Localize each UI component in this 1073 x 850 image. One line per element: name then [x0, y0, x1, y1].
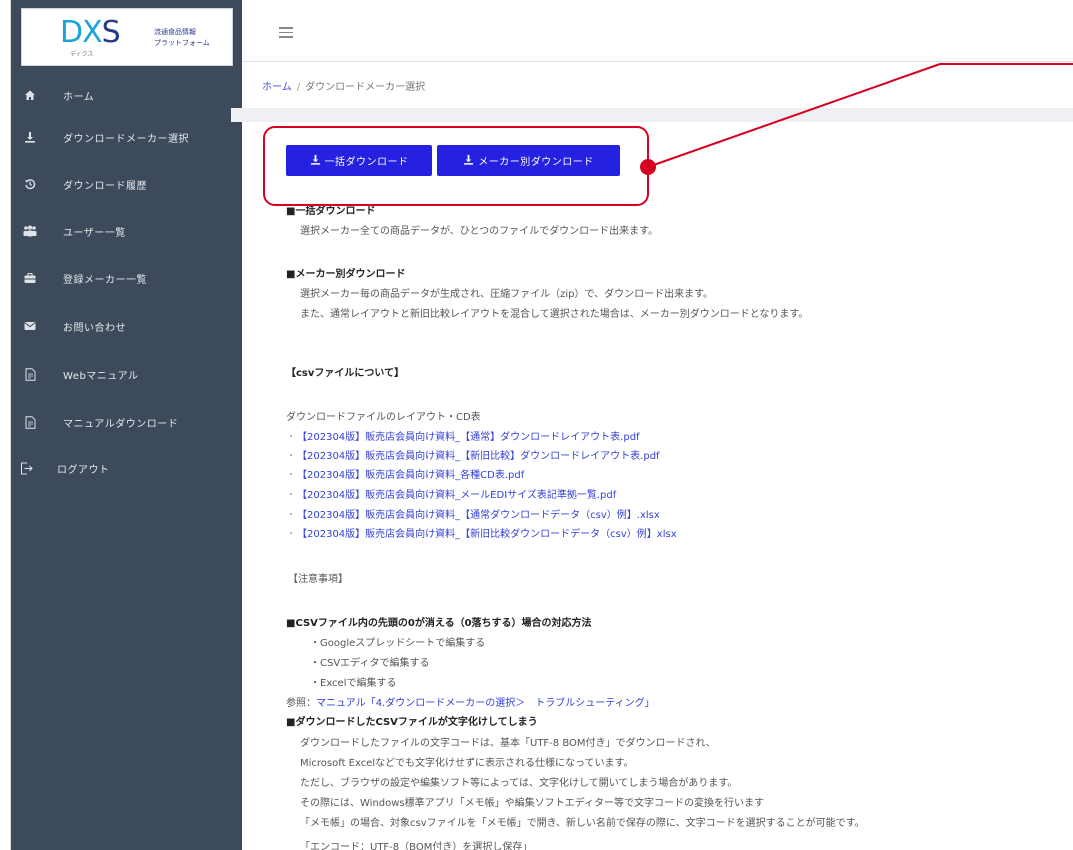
logout-icon — [19, 461, 33, 475]
sidebar-item-download-maker[interactable]: ダウンロードメーカー選択 — [11, 117, 242, 157]
garbled-text-line: Microsoft Excelなどでも文字化けせずに表示される仕様になっています… — [300, 758, 634, 769]
logo-subtitle: ディクス — [70, 51, 94, 58]
sidebar-item-manual-download[interactable]: マニュアルダウンロード — [11, 402, 242, 442]
bulk-download-description: 選択メーカー全ての商品データが、ひとつのファイルでダウンロード出来ます。 — [300, 226, 659, 237]
history-icon — [23, 177, 37, 191]
sidebar-item-label: マニュアルダウンロード — [63, 418, 179, 430]
maker-download-note: また、通常レイアウトと新旧比較レイアウトを混合して選択された場合は、メーカー別ダ… — [300, 309, 809, 320]
file-link[interactable]: ・【202304版】販売店会員向け資料_【新旧比較】ダウンロードレイアウト表.p… — [286, 447, 660, 462]
file-link[interactable]: ・【202304版】販売店会員向け資料_【新旧比較ダウンロードデータ（csv）例… — [286, 525, 677, 540]
garbled-text-line: その際には、Windows標準アプリ「メモ帳」や編集ソフトエディター等で文字コー… — [300, 798, 764, 809]
document-icon — [23, 415, 37, 429]
file-link[interactable]: ・【202304版】販売店会員向け資料_各種CD表.pdf — [286, 466, 524, 481]
logo[interactable]: DXS ディクス 流通食品情報 プラットフォーム — [21, 8, 233, 66]
logo-mark: DXS — [60, 15, 121, 50]
zero-drop-item: ・Googleスプレッドシートで編集する — [310, 638, 486, 649]
file-link[interactable]: ・【202304版】販売店会員向け資料_メールEDIサイズ表記準拠一覧.pdf — [286, 486, 616, 501]
sidebar-item-contact[interactable]: お問い合わせ — [11, 306, 242, 346]
sidebar-item-download-history[interactable]: ダウンロード履歴 — [11, 164, 242, 204]
mail-icon — [23, 319, 37, 333]
manual-reference: 参照：マニュアル「4.ダウンロードメーカーの選択＞ トラブルシューティング」 — [286, 698, 655, 709]
maker-download-heading: ■メーカー別ダウンロード — [286, 269, 406, 280]
breadcrumb-home-link[interactable]: ホーム — [262, 82, 292, 93]
sidebar-item-label: Webマニュアル — [63, 370, 139, 382]
manual-reference-link[interactable]: マニュアル「4.ダウンロードメーカーの選択＞ トラブルシューティング」 — [316, 698, 655, 709]
home-icon — [23, 88, 37, 102]
callout-highlight-box — [263, 126, 649, 206]
csv-section-heading: 【csvファイルについて】 — [286, 368, 405, 379]
document-icon — [23, 367, 37, 381]
garbled-text-line: ただし、ブラウザの設定や編集ソフト等によっては、文字化けして開いてしまう場合があ… — [300, 778, 738, 789]
file-link[interactable]: ・【202304版】販売店会員向け資料_【通常】ダウンロードレイアウト表.pdf — [286, 428, 640, 443]
layout-files-label: ダウンロードファイルのレイアウト・CD表 — [286, 412, 481, 423]
menu-toggle-icon[interactable] — [279, 27, 293, 38]
sidebar-item-label: 登録メーカー一覧 — [63, 274, 147, 286]
download-icon — [23, 130, 37, 144]
content-divider — [231, 108, 1073, 122]
topbar — [242, 0, 1073, 62]
sidebar-item-home[interactable]: ホーム — [11, 75, 242, 115]
sidebar-item-label: ダウンロード履歴 — [63, 180, 147, 192]
zero-drop-item: ・CSVエディタで編集する — [310, 658, 430, 669]
sidebar-item-web-manual[interactable]: Webマニュアル — [11, 354, 242, 394]
garbled-text-line: 「メモ帳」の場合、対象csvファイルを「メモ帳」で開き、新しい名前で保存の際に、… — [300, 818, 865, 829]
notes-heading: 【注意事項】 — [288, 574, 348, 585]
sidebar-item-label: ログアウト — [57, 464, 110, 476]
sidebar-item-logout[interactable]: ログアウト — [11, 448, 242, 488]
garbled-text-heading: ■ダウンロードしたCSVファイルが文字化けしてしまう — [286, 717, 538, 728]
sidebar-item-label: ダウンロードメーカー選択 — [63, 133, 189, 145]
sidebar: DXS ディクス 流通食品情報 プラットフォーム ホーム ダウンロードメーカー選… — [11, 0, 242, 850]
sidebar-item-label: ホーム — [63, 91, 95, 103]
garbled-text-line: ダウンロードしたファイルの文字コードは、基本「UTF-8 BOM付き」でダウンロ… — [300, 738, 716, 749]
briefcase-icon — [23, 271, 37, 285]
zero-drop-heading: ■CSVファイル内の先頭の0が消える（0落ちする）場合の対応方法 — [286, 618, 592, 629]
breadcrumb-separator: / — [296, 82, 301, 93]
zero-drop-item: ・Excelで編集する — [310, 678, 397, 689]
sidebar-item-registered-makers[interactable]: 登録メーカー一覧 — [11, 258, 242, 298]
sidebar-item-label: ユーザー一覧 — [63, 227, 126, 239]
breadcrumb: ホーム / ダウンロードメーカー選択 — [262, 78, 425, 93]
sidebar-item-label: お問い合わせ — [63, 322, 126, 334]
sidebar-item-users[interactable]: ユーザー一覧 — [11, 211, 242, 251]
maker-download-description: 選択メーカー毎の商品データが生成され、圧縮ファイル（zip）で、ダウンロード出来… — [300, 289, 714, 300]
breadcrumb-current: ダウンロードメーカー選択 — [305, 82, 426, 93]
file-link[interactable]: ・【202304版】販売店会員向け資料_【通常ダウンロードデータ（csv）例】.… — [286, 506, 660, 521]
users-icon — [23, 224, 37, 238]
garbled-text-line: 「エンコード：UTF-8（BOM付き）を選択し保存」 — [300, 842, 533, 850]
logo-text: 流通食品情報 プラットフォーム — [154, 28, 210, 47]
